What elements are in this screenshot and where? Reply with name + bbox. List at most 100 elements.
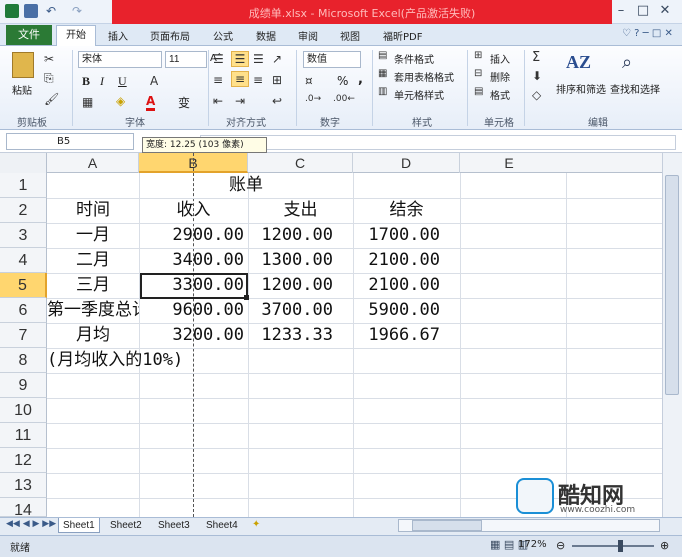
cell-a4[interactable]: 二月 [47,248,139,273]
row-header-5[interactable]: 5 [0,273,47,298]
zoom-out-icon[interactable]: ⊖ [556,539,565,552]
font-name-combo[interactable]: 宋体 [78,51,162,68]
column-header-c[interactable]: C [248,153,353,173]
cell-d3[interactable]: 1700.00 [353,223,440,248]
row-header-6[interactable]: 6 [0,298,47,323]
column-header-a[interactable]: A [47,153,139,173]
tab-foxit-pdf[interactable]: 福昕PDF [383,28,422,43]
cell-c7[interactable]: 1233.33 [248,323,333,348]
sheet-tab-3[interactable]: Sheet3 [154,518,194,533]
cut-icon[interactable]: ✂ [44,52,54,66]
undo-icon[interactable]: ↶ [44,4,58,18]
increase-indent-icon[interactable]: ⇥ [235,94,245,108]
insert-cells-button[interactable]: 插入 [490,51,510,66]
formula-input[interactable] [200,135,676,150]
row-header-10[interactable]: 10 [0,398,47,423]
paste-button-label[interactable]: 粘贴 [12,82,32,97]
underline-button[interactable]: U [118,74,127,89]
fill-handle[interactable] [244,295,249,300]
format-as-table-button[interactable]: 套用表格格式 [394,69,454,84]
increase-decimal-icon[interactable]: .0→ [305,94,321,104]
sheet-tab-4[interactable]: Sheet4 [202,518,242,533]
zoom-slider-thumb[interactable] [618,540,623,552]
header-cell-balance[interactable]: 结余 [353,198,460,223]
sheet-tab-2[interactable]: Sheet2 [106,518,146,533]
copy-icon[interactable]: ⎘ [44,71,54,86]
cell-d5[interactable]: 2100.00 [353,273,440,298]
cell-styles-button[interactable]: 单元格样式 [394,87,444,102]
align-right-icon[interactable]: ≡ [253,73,263,87]
column-header-d[interactable]: D [353,153,460,173]
font-size-combo[interactable]: 11 [165,51,207,68]
decrease-decimal-icon[interactable]: .00← [333,94,355,104]
font-color-button[interactable]: A [146,94,156,111]
conditional-format-icon[interactable]: ▤ [378,50,387,61]
sort-filter-icon[interactable]: AZ [566,52,591,76]
cell-c5[interactable]: 1200.00 [248,273,333,298]
tab-view[interactable]: 视图 [340,28,360,43]
row-header-1[interactable]: 1 [0,173,47,198]
fill-color-icon[interactable]: ◈ [116,94,125,108]
tab-home[interactable]: 开始 [56,25,96,47]
ribbon-controls[interactable]: ♡ ? ─ □ ✕ [622,28,673,39]
italic-button[interactable]: I [100,74,104,89]
cell-a8[interactable]: (月均收入的10%) [47,348,197,373]
tab-file[interactable]: 文件 [6,25,52,45]
header-cell-time[interactable]: 时间 [47,198,139,223]
number-format-combo[interactable]: 数值 [303,51,361,68]
align-top-icon[interactable]: ☰ [213,52,224,66]
cell-c3[interactable]: 1200.00 [248,223,333,248]
decrease-indent-icon[interactable]: ⇤ [213,94,223,108]
paste-icon[interactable] [12,52,34,78]
cell-a6[interactable]: 第一季度总计 [47,298,139,323]
column-header-e[interactable]: E [460,153,668,173]
comma-button[interactable]: , [358,72,363,87]
zoom-level[interactable]: 172% [518,539,547,550]
row-header-9[interactable]: 9 [0,373,47,398]
cell-c6[interactable]: 3700.00 [248,298,333,323]
phonetic-button[interactable]: 变 [178,94,190,111]
close-icon[interactable]: ✕ [654,2,676,20]
align-center-icon[interactable]: ≡ [231,71,249,87]
cell-d6[interactable]: 5900.00 [353,298,440,323]
insert-cells-icon[interactable]: ⊞ [474,50,482,61]
cell-b4[interactable]: 3400.00 [139,248,244,273]
cell-b6[interactable]: 9600.00 [139,298,244,323]
cell-b3[interactable]: 2900.00 [139,223,244,248]
vertical-scroll-thumb[interactable] [665,175,679,395]
tab-page-layout[interactable]: 页面布局 [150,28,190,43]
conditional-format-button[interactable]: 条件格式 [394,51,434,66]
autosum-icon[interactable]: Σ [532,50,540,65]
header-cell-income[interactable]: 收入 [139,198,248,223]
cell-d4[interactable]: 2100.00 [353,248,440,273]
cell-b7[interactable]: 3200.00 [139,323,244,348]
sheet-nav-icon[interactable]: ◀◀ ◀ ▶ ▶▶ [6,519,56,529]
orientation-icon[interactable]: ↗ [272,52,282,66]
redo-icon[interactable]: ↷ [70,4,84,18]
align-middle-icon[interactable]: ☰ [231,51,249,67]
cell-a7[interactable]: 月均 [47,323,139,348]
find-select-button[interactable]: 查找和选择 [610,81,660,96]
cell-d7[interactable]: 1966.67 [353,323,440,348]
row-header-8[interactable]: 8 [0,348,47,373]
fill-icon[interactable]: ⬇ [532,69,542,83]
select-all-button[interactable] [0,153,47,173]
save-icon[interactable] [24,4,38,18]
zoom-in-icon[interactable]: ⊕ [660,539,669,552]
row-header-13[interactable]: 13 [0,473,47,498]
cell-a5[interactable]: 三月 [47,273,139,298]
bold-button[interactable]: B [82,74,90,89]
row-header-4[interactable]: 4 [0,248,47,273]
row-header-2[interactable]: 2 [0,198,47,223]
sheet-title-cell[interactable]: 账单 [139,173,353,198]
tab-review[interactable]: 审阅 [298,28,318,43]
sheet-tab-1[interactable]: Sheet1 [58,518,100,533]
cell-styles-icon[interactable]: ▥ [378,86,387,97]
cell-a3[interactable]: 一月 [47,223,139,248]
wrap-text-icon[interactable]: ↩ [272,94,282,108]
maximize-icon[interactable]: □ [632,2,654,20]
align-bottom-icon[interactable]: ☰ [253,52,264,66]
row-header-3[interactable]: 3 [0,223,47,248]
row-header-14[interactable]: 14 [0,498,47,519]
format-painter-icon[interactable]: 🖌 [44,92,59,106]
